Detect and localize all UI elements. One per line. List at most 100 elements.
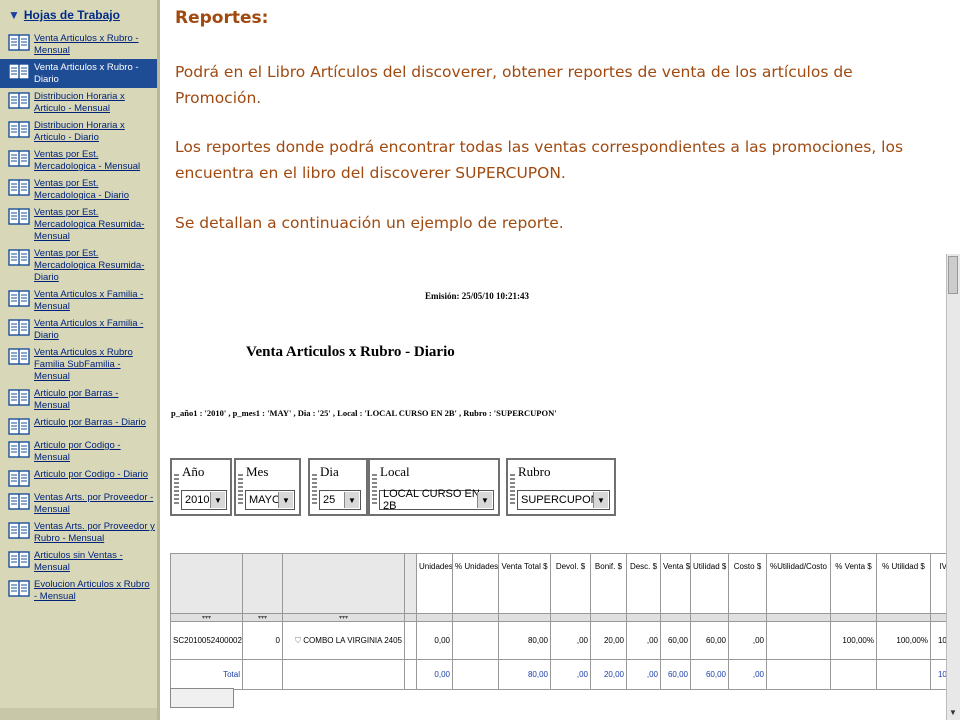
drag-handle-icon[interactable] [312,474,317,504]
dots-cell[interactable]: ▾▾▾ [170,613,243,622]
header-description-cell [282,553,405,614]
collapse-triangle-icon[interactable]: ▼ [8,8,20,22]
book-icon [8,290,30,307]
paragraph-example: Se detallan a continuación un ejemplo de… [175,214,564,232]
total-value: 80,00 [498,659,551,690]
sidebar-item-worksheet[interactable]: Evolucion Articulos x Rubro - Mensual [0,576,157,605]
sidebar-item-label: Ventas por Est. Mercadologica - Diario [34,178,130,201]
sidebar-item-worksheet[interactable]: Distribucion Horaria x Articulo - Mensua… [0,88,157,117]
header-zero-cell [242,553,283,614]
dots-cell[interactable]: ▾▾▾ [282,613,405,622]
sidebar-item-worksheet[interactable]: Articulo por Codigo - Diario [0,466,157,489]
book-icon [8,92,30,109]
sidebar-item-worksheet[interactable]: Venta Articulos x Familia - Diario [0,315,157,344]
sidebar-item-worksheet[interactable]: Articulo por Codigo - Mensual [0,437,157,466]
book-icon [8,63,30,80]
row-value: ,00 [550,621,591,660]
table-row[interactable]: SC2010052400002 0 ⛉ COMBO LA VIRGINIA 24… [170,621,960,660]
sidebar-item-worksheet[interactable]: Venta Articulos x Familia - Mensual [0,286,157,315]
book-icon [8,319,30,336]
sidebar-item-worksheet[interactable]: Ventas por Est. Mercadologica Resumida- … [0,245,157,286]
month-select[interactable]: MAYO ▼ [245,490,295,510]
drag-handle-icon[interactable] [372,474,377,504]
year-select[interactable]: 2010 ▼ [181,490,227,510]
vertical-scrollbar[interactable]: ▼ [946,254,960,720]
sidebar-item-worksheet[interactable]: Venta Articulos x Rubro - Diario [0,59,157,88]
book-icon [8,522,30,539]
sidebar-item-worksheet[interactable]: Ventas por Est. Mercadologica - Diario [0,175,157,204]
sidebar-item-label: Venta Articulos x Rubro - Mensual [34,33,139,56]
row-value: 80,00 [498,621,551,660]
sidebar-item-worksheet[interactable]: Ventas Arts. por Proveedor - Mensual [0,489,157,518]
book-icon [8,470,30,487]
book-icon [8,348,30,365]
book-icon [8,493,30,510]
worksheets-header[interactable]: ▼ Hojas de Trabajo [0,0,157,30]
column-header[interactable]: Bonif. $ [590,553,627,614]
sidebar-item-worksheet[interactable]: Ventas por Est. Mercadologica Resumida- … [0,204,157,245]
sidebar-item-label: Articulo por Codigo - Mensual [34,440,121,463]
dots-cell[interactable]: ▾▾▾ [242,613,283,622]
sidebar-item-worksheet[interactable]: Venta Articulos x Rubro - Mensual [0,30,157,59]
column-header[interactable]: %Utilidad/Costo [766,553,831,614]
column-header[interactable]: Unidades [416,553,453,614]
local-select[interactable]: LOCAL CURSO EN 2B ▼ [379,488,494,512]
column-header[interactable]: Venta Total $ [498,553,551,614]
local-selector-box: Local LOCAL CURSO EN 2B ▼ [368,458,500,516]
sidebar-item-worksheet[interactable]: Distribucion Horaria x Articulo - Diario [0,117,157,146]
book-icon [8,208,30,225]
chevron-down-icon[interactable]: ▼ [278,492,293,508]
row-value: 60,00 [690,621,729,660]
book-icon [8,121,30,138]
drag-handle-icon[interactable] [174,474,179,504]
column-header[interactable]: Costo $ [728,553,767,614]
total-value: 60,00 [690,659,729,690]
chevron-down-icon[interactable]: ▼ [477,492,492,508]
column-header[interactable]: Venta $ [660,553,691,614]
sidebar-item-worksheet[interactable]: Ventas por Est. Mercadologica - Mensual [0,146,157,175]
column-header[interactable]: Devol. $ [550,553,591,614]
column-header[interactable]: % Utilidad $ [876,553,931,614]
sidebar-item-label: Articulo por Barras - Diario [34,417,146,428]
column-header[interactable]: Utilidad $ [690,553,729,614]
horizontal-scrollbar[interactable] [170,688,234,708]
scrollbar-thumb[interactable] [948,256,958,294]
chevron-down-icon[interactable]: ▼ [210,492,225,508]
total-value [876,659,931,690]
sidebar-item-worksheet[interactable]: Articulo por Barras - Mensual [0,385,157,414]
month-selector-box: Mes MAYO ▼ [234,458,301,516]
book-icon [8,551,30,568]
row-value: 0,00 [416,621,453,660]
rubro-select[interactable]: SUPERCUPON ▼ [517,490,610,510]
row-value [766,621,831,660]
table-header-row: Unidades% Unidades Venta Total $ Devol. $ B… [170,553,960,614]
table-total-row: Total 0,0080,00,0020,00,0060,0060,00,001… [170,659,960,690]
chevron-down-icon[interactable]: ▼ [593,492,608,508]
scroll-down-arrow-icon[interactable]: ▼ [948,706,958,718]
sidebar-item-label: Articulos sin Ventas - Mensual [34,550,123,573]
total-value [830,659,877,690]
book-icon [8,389,30,406]
month-selector-label: Mes [246,464,269,479]
day-selector-box: Dia 25 ▼ [308,458,368,516]
column-header[interactable]: % Venta $ [830,553,877,614]
column-header[interactable]: Desc. $ [626,553,661,614]
row-value: 100,00% [876,621,931,660]
rubro-selector-box: Rubro SUPERCUPON ▼ [506,458,616,516]
chevron-down-icon[interactable]: ▼ [344,492,359,508]
day-select[interactable]: 25 ▼ [319,490,361,510]
drag-handle-icon[interactable] [238,474,243,504]
paragraph-supercupon: Los reportes donde podrá encontrar todas… [175,138,904,182]
sidebar-item-worksheet[interactable]: Venta Articulos x Rubro Familia SubFamil… [0,344,157,385]
sidebar-item-label: Venta Articulos x Familia - Diario [34,318,144,341]
page-title: Reportes: [175,8,269,28]
local-selector-label: Local [380,464,410,479]
table-dots-row: ▾▾▾ ▾▾▾ ▾▾▾ [170,613,960,622]
year-selector-label: Año [182,464,205,479]
report-title: Venta Articulos x Rubro - Diario [246,344,455,360]
sidebar-item-worksheet[interactable]: Ventas Arts. por Proveedor y Rubro - Men… [0,518,157,547]
drag-handle-icon[interactable] [510,474,515,504]
column-header[interactable]: % Unidades [452,553,499,614]
sidebar-item-worksheet[interactable]: Articulos sin Ventas - Mensual [0,547,157,576]
sidebar-item-worksheet[interactable]: Articulo por Barras - Diario [0,414,157,437]
